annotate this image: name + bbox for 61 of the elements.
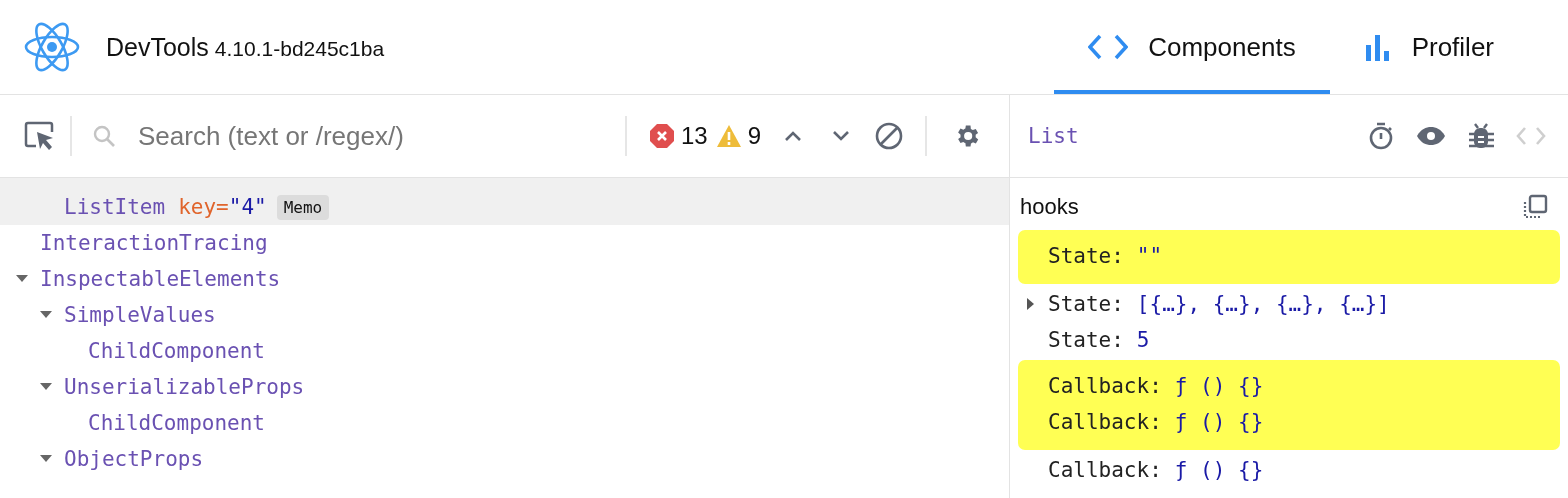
tree-row[interactable]: SimpleValues bbox=[0, 297, 1009, 333]
component-name: ListItem bbox=[64, 195, 166, 219]
bar-chart-icon bbox=[1363, 33, 1392, 61]
component-name: ObjectProps bbox=[64, 447, 204, 471]
memo-badge: Memo bbox=[276, 194, 330, 220]
hook-value: ƒ () {} bbox=[1174, 374, 1264, 398]
log-button[interactable] bbox=[1468, 122, 1494, 150]
tree-row[interactable]: InspectableElements bbox=[0, 261, 1009, 297]
hook-name: Callback: bbox=[1048, 458, 1162, 482]
copy-button[interactable] bbox=[1522, 194, 1548, 220]
component-name: List bbox=[1027, 124, 1080, 148]
tree-row[interactable]: UnserializableProps bbox=[0, 369, 1009, 405]
stopwatch-icon bbox=[1368, 122, 1394, 150]
hook-name: Callback: bbox=[1048, 410, 1162, 434]
search-icon bbox=[92, 124, 116, 148]
tree-row[interactable]: ChildComponent bbox=[0, 333, 1009, 369]
hook-name: State: bbox=[1048, 292, 1124, 316]
inspect-dom-button[interactable] bbox=[1416, 126, 1446, 146]
tab[interactable]: Profiler bbox=[1329, 0, 1528, 94]
expand-caret-icon[interactable] bbox=[1026, 298, 1036, 310]
component-name: SimpleValues bbox=[64, 303, 216, 327]
hook-value: ƒ () {} bbox=[1174, 458, 1264, 482]
tree-row[interactable]: ListItem key="4" Memo bbox=[0, 178, 1009, 225]
component-name: ChildComponent bbox=[88, 339, 265, 363]
hook-value: ƒ () {} bbox=[1174, 410, 1264, 434]
bug-icon bbox=[1468, 122, 1494, 150]
section-title: hooks bbox=[1020, 194, 1079, 220]
tree-row[interactable]: ChildComponent bbox=[0, 405, 1009, 441]
chevron-up-icon bbox=[784, 130, 802, 142]
key-prop: key="4" bbox=[178, 195, 267, 219]
code-brackets-icon bbox=[1088, 34, 1129, 60]
component-name: InteractionTracing bbox=[40, 231, 268, 255]
component-name: UnserializableProps bbox=[64, 375, 305, 399]
hook-name: State: bbox=[1048, 244, 1124, 268]
blocked-circle-icon bbox=[875, 122, 903, 150]
atom-logo-icon bbox=[24, 22, 80, 72]
suspend-button[interactable] bbox=[1368, 122, 1394, 150]
hook-name: Callback: bbox=[1048, 374, 1162, 398]
component-name: ChildComponent bbox=[88, 411, 265, 435]
hook-name: State: bbox=[1048, 328, 1124, 352]
error-icon bbox=[648, 123, 675, 149]
caret-icon[interactable] bbox=[40, 311, 52, 319]
caret-icon[interactable] bbox=[40, 383, 52, 391]
warning-count: 9 bbox=[747, 122, 761, 150]
hook-value: "" bbox=[1136, 244, 1163, 268]
caret-icon[interactable] bbox=[16, 275, 28, 283]
chevron-down-icon bbox=[832, 130, 850, 142]
code-brackets-icon bbox=[1516, 126, 1546, 146]
search-field[interactable]: Search (text or /regex/) bbox=[136, 119, 580, 153]
tree-row[interactable]: InteractionTracing bbox=[0, 225, 1009, 261]
tree-row[interactable]: ObjectProps bbox=[0, 441, 1009, 477]
component-name: InspectableElements bbox=[40, 267, 281, 291]
tab[interactable]: Components bbox=[1054, 0, 1330, 94]
warning-icon bbox=[715, 124, 742, 148]
eye-icon bbox=[1416, 126, 1446, 146]
hook-value: [{…}, {…}, {…}, {…}] bbox=[1136, 292, 1390, 316]
app-title: DevTools 4.10.1-bd245c1ba bbox=[106, 32, 385, 62]
error-count: 13 bbox=[680, 122, 708, 150]
hook-value: 5 bbox=[1136, 328, 1150, 352]
copy-icon bbox=[1522, 194, 1548, 220]
caret-icon[interactable] bbox=[40, 455, 52, 463]
